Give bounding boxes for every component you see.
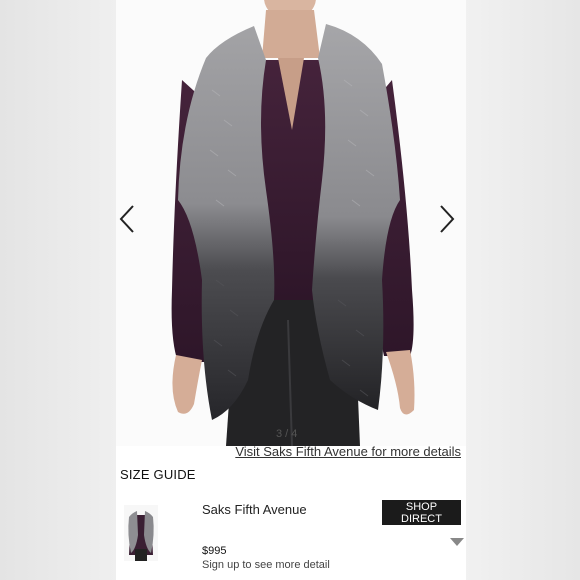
product-thumbnail[interactable] — [124, 505, 158, 561]
product-panel: 3 / 4 Visit Saks Fifth Avenue for more d… — [116, 0, 466, 580]
background-right — [464, 0, 580, 580]
chevron-left-icon — [119, 205, 134, 233]
caret-down-icon[interactable] — [450, 538, 464, 546]
signup-prompt[interactable]: Sign up to see more detail — [202, 559, 330, 571]
next-image-button[interactable] — [438, 204, 462, 240]
shop-direct-button[interactable]: SHOP DIRECT — [382, 500, 461, 525]
visit-retailer-link[interactable]: Visit Saks Fifth Avenue for more details — [235, 444, 461, 459]
image-counter: 3 / 4 — [276, 428, 298, 440]
price: $995 — [202, 545, 227, 557]
product-image[interactable]: 3 / 4 — [116, 0, 466, 446]
previous-image-button[interactable] — [118, 204, 142, 240]
background-left — [0, 0, 116, 580]
seller-name: Saks Fifth Avenue — [202, 502, 307, 517]
size-guide-link[interactable]: SIZE GUIDE — [120, 467, 196, 482]
chevron-right-icon — [440, 205, 455, 233]
